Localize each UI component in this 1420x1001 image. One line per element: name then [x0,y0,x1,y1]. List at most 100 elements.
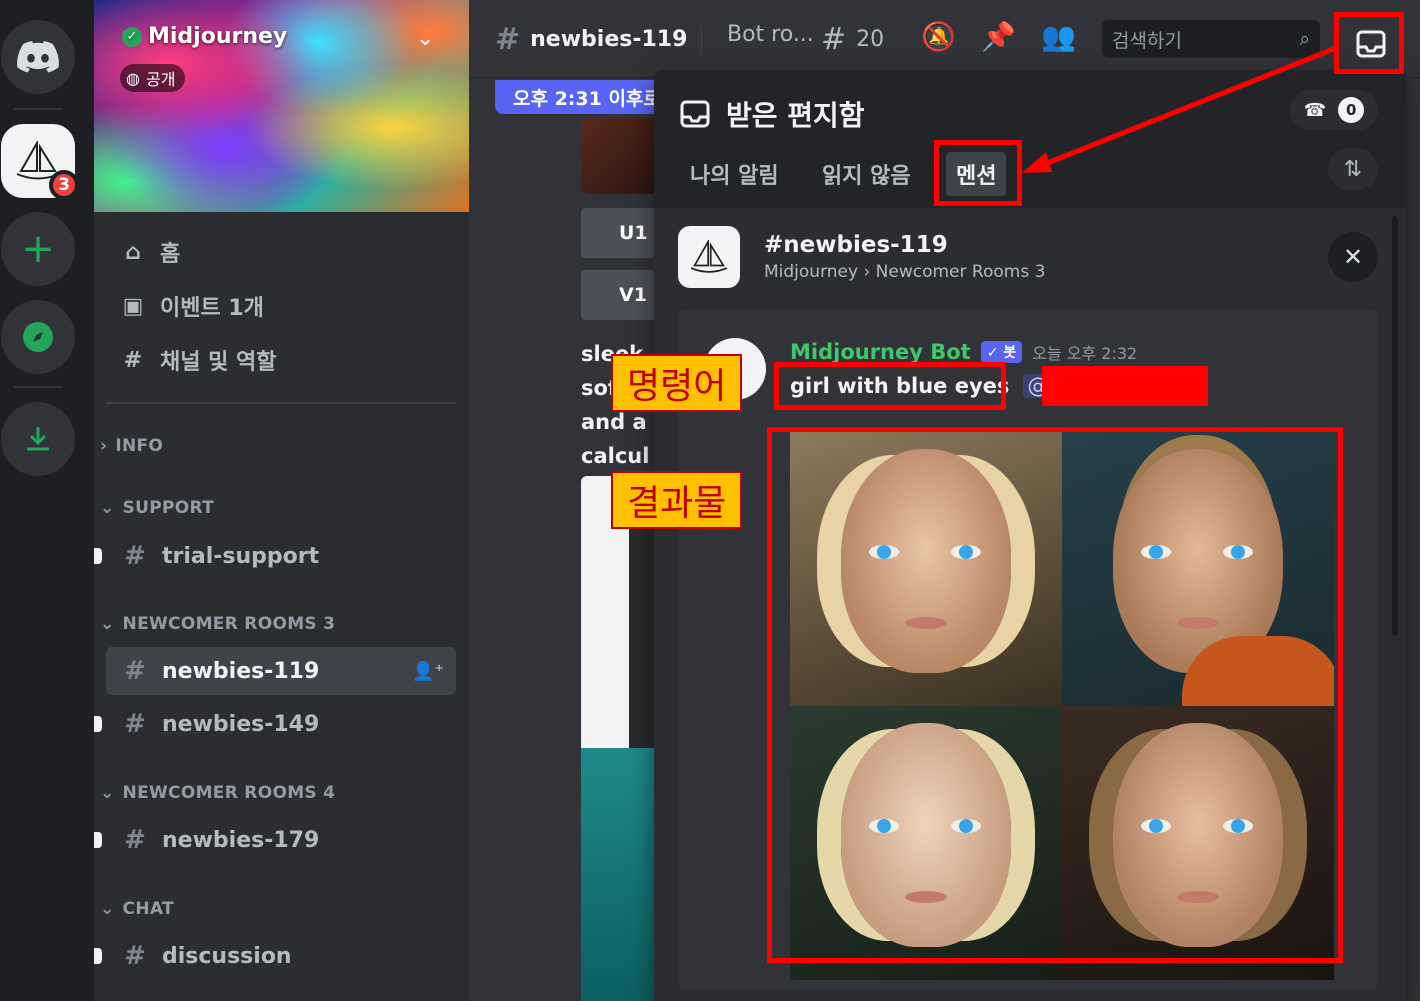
tab-for-you[interactable]: 나의 알림 [680,152,789,196]
chat-area: 오후 2:31 이후로 U1 V1 sleek sof and a g calc… [469,78,654,1001]
new-messages-bar[interactable]: 오후 2:31 이후로 [495,80,654,114]
threads-count: 20 [856,27,885,52]
annotation-prompt-highlight [774,362,1006,410]
category-newcomer-rooms-3[interactable]: ⌄ NEWCOMER ROOMS 3 [100,614,335,634]
annotation-result-label: 결과물 [611,471,743,529]
download-button[interactable] [1,402,75,476]
phone-icon: ☎ [1303,99,1327,121]
add-server-button[interactable]: + [1,212,75,286]
channel-newbies-119[interactable]: # newbies-119 👤⁺ [106,647,456,695]
chevron-down-icon[interactable]: ⌄ [416,26,434,51]
inbox-title: 받은 편지함 [680,94,865,134]
category-chat[interactable]: ⌄ CHAT [100,899,174,919]
pin-icon[interactable]: 📌 [981,20,1016,53]
channel-topic[interactable]: Bot ro... [727,22,814,47]
server-name: Midjourney [148,24,288,49]
inbox-icon [680,100,710,128]
rail-separator [14,386,62,388]
server-midjourney-button[interactable]: 3 [1,124,79,200]
discord-home-button[interactable] [1,20,75,94]
thread-hash-icon: # [124,825,146,855]
channel-newbies-179[interactable]: # newbies-179 [94,816,456,864]
unread-indicator [94,548,102,564]
tab-unread[interactable]: 읽지 않음 [812,152,921,196]
add-user-icon[interactable]: 👤⁺ [412,661,444,682]
bot-badge: ✓ 봇 [980,341,1023,363]
chevron-right-icon: › [100,436,108,456]
plus-icon: + [21,226,55,272]
category-label: NEWCOMER ROOMS 3 [122,614,336,634]
public-badge: ◍ 공개 [120,64,186,92]
explore-button[interactable] [1,300,75,374]
nav-events[interactable]: ▣ 이벤트 1개 [120,290,264,322]
thread-hash-icon: # [124,656,146,686]
upscale-button[interactable]: U1 [581,208,654,258]
close-icon[interactable]: ✕ [1328,232,1378,282]
channel-label: trial-support [162,543,320,569]
author-name[interactable]: Midjourney Bot [790,340,971,364]
hash-icon: # [124,941,146,971]
sort-button[interactable]: ⇅ [1328,148,1378,190]
server-header[interactable]: ✓ Midjourney [122,24,287,49]
home-icon: ⌂ [125,239,141,265]
public-badge-label: 공개 [145,70,176,89]
channel-title: # newbies-119 [495,22,687,57]
thread-hash-icon: # [495,22,521,57]
sort-icon: ⇅ [1343,156,1363,182]
compass-icon [23,322,53,352]
message-author-line: Midjourney Bot ✓ 봇 오늘 오후 2:32 [790,340,1137,364]
mention-channel-name: newbies-119 [783,232,948,258]
category-label: INFO [115,436,164,456]
missed-calls-button[interactable]: ☎ 0 [1290,90,1378,130]
discord-logo-icon [17,41,59,73]
thread-hash-icon: # [764,232,784,258]
chevron-down-icon: ⌄ [100,899,115,919]
threads-button[interactable]: # 20 [821,22,884,57]
mention-channel-header[interactable]: #newbies-119 Midjourney › Newcomer Rooms… [678,226,1045,288]
members-icon[interactable]: 👥 [1041,20,1076,53]
message-timestamp: 오늘 오후 2:32 [1032,344,1138,363]
channel-title-label: newbies-119 [530,27,688,52]
search-input[interactable]: 검색하기 ⌕ [1102,20,1320,58]
category-label: SUPPORT [122,498,214,518]
inbox-header: 받은 편지함 ☎ 0 나의 알림 읽지 않음 멘션 ⇅ [654,70,1406,208]
channel-sidebar: ✓ Midjourney ⌄ ◍ 공개 ⌂ 홈 ▣ 이벤트 1개 # 채널 및 … [94,0,469,1001]
hash-icon: # [124,541,146,571]
search-placeholder: 검색하기 [1112,29,1182,52]
missed-calls-count: 0 [1338,97,1365,123]
nav-events-label: 이벤트 1개 [160,296,264,321]
variation-button[interactable]: V1 [581,270,654,320]
channel-trial-support[interactable]: # trial-support [94,532,456,580]
channel-discussion[interactable]: # discussion [94,932,456,980]
discord-window: 3 + ✓ Midjourney ⌄ ◍ 공개 ⌂ 홈 ▣ 이벤트 1개 # 채… [0,0,1420,1001]
chevron-down-icon: ⌄ [100,783,115,803]
message-text: calcul [581,444,650,468]
server-rail: 3 + [0,0,94,1001]
category-label: NEWCOMER ROOMS 4 [122,783,336,803]
category-info[interactable]: › INFO [100,436,163,456]
nav-home-label: 홈 [160,242,181,267]
annotation-command-label: 명령어 [611,354,743,412]
channel-label: newbies-119 [162,658,320,684]
mention-channel-path: Midjourney › Newcomer Rooms 3 [764,262,1046,282]
chevron-down-icon: ⌄ [100,614,115,634]
annotation-mentions-highlight [934,140,1022,206]
channel-label: newbies-179 [162,827,320,853]
sidebar-divider [106,402,456,404]
message-image[interactable] [581,748,654,1001]
download-icon [27,427,49,451]
message-image[interactable] [581,118,654,194]
channel-newbies-149[interactable]: # newbies-149 [94,700,456,748]
category-support[interactable]: ⌄ SUPPORT [100,498,214,518]
unread-indicator [94,716,102,732]
channel-label: discussion [162,943,292,969]
bell-muted-icon[interactable]: 🔕 [921,20,956,53]
scrollbar[interactable] [1392,216,1398,636]
sailboat-icon [678,226,740,288]
nav-channels-roles[interactable]: # 채널 및 역할 [120,344,277,376]
category-newcomer-rooms-4[interactable]: ⌄ NEWCOMER ROOMS 4 [100,783,335,803]
nav-home[interactable]: ⌂ 홈 [120,236,180,268]
unread-indicator [94,948,102,964]
verified-icon: ✓ [122,26,142,47]
search-icon: ⌕ [1299,28,1310,50]
